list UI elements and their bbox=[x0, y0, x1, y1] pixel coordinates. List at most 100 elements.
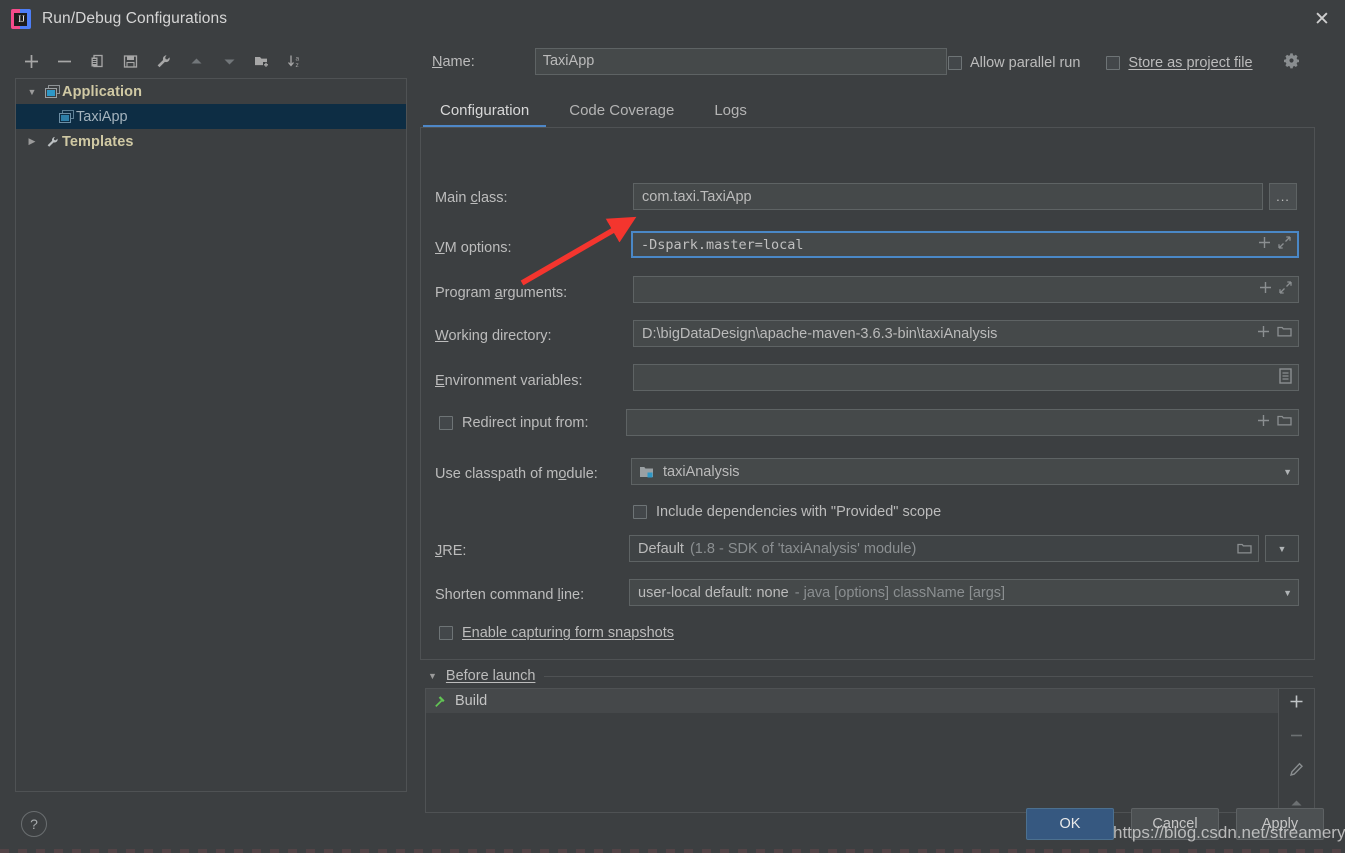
include-provided-label: Include dependencies with "Provided" sco… bbox=[656, 504, 942, 520]
plus-icon[interactable] bbox=[1257, 325, 1270, 342]
form-snapshots-checkbox[interactable]: Enable capturing form snapshots bbox=[439, 625, 674, 641]
checkbox-box[interactable] bbox=[1106, 56, 1121, 70]
tab-code-coverage[interactable]: Code Coverage bbox=[549, 96, 694, 128]
plus-icon[interactable] bbox=[1257, 414, 1270, 431]
remove-configuration-button[interactable] bbox=[48, 47, 81, 77]
tree-item-label: TaxiApp bbox=[76, 108, 128, 125]
chevron-down-icon: ▼ bbox=[1277, 543, 1287, 554]
before-launch-title: Before launch bbox=[445, 668, 536, 684]
edit-task-button[interactable] bbox=[1279, 761, 1314, 779]
working-directory-input[interactable]: D:\bigDataDesign\apache-maven-3.6.3-bin\… bbox=[633, 320, 1299, 347]
redirect-input-checkbox[interactable]: Redirect input from: bbox=[439, 415, 589, 431]
chevron-down-icon[interactable]: ▼ bbox=[1283, 580, 1292, 605]
classpath-module-label: Use classpath of module: bbox=[435, 466, 598, 482]
tree-item-templates[interactable]: ▶ Templates bbox=[16, 129, 406, 154]
jre-value: Default bbox=[638, 540, 684, 557]
title-bar: IJ Run/Debug Configurations ✕ bbox=[0, 0, 1345, 38]
edit-templates-wrench-icon[interactable] bbox=[147, 47, 180, 77]
program-arguments-input[interactable] bbox=[633, 276, 1299, 303]
working-directory-label: Working directory: bbox=[435, 328, 552, 344]
name-input[interactable]: TaxiApp bbox=[534, 48, 947, 75]
vm-options-input[interactable]: -Dspark.master=local bbox=[631, 231, 1299, 258]
help-button[interactable]: ? bbox=[21, 811, 47, 837]
tab-logs[interactable]: Logs bbox=[694, 96, 767, 128]
configuration-options: Allow parallel run Store as project file bbox=[948, 52, 1300, 74]
main-class-label: Main class: bbox=[435, 190, 508, 206]
main-class-browse-button[interactable]: ... bbox=[1269, 183, 1297, 210]
build-hammer-icon bbox=[433, 694, 447, 708]
classpath-module-combo[interactable]: taxiAnalysis ▼ bbox=[631, 458, 1299, 485]
vm-options-label: VM options: bbox=[435, 240, 512, 256]
allow-parallel-run-label: Allow parallel run bbox=[970, 55, 1081, 71]
before-launch-header[interactable]: ▼ Before launch bbox=[428, 668, 1313, 684]
list-item-label: Build bbox=[455, 693, 488, 709]
chevron-down-icon[interactable]: ▼ bbox=[1283, 459, 1292, 484]
jre-combo[interactable]: Default (1.8 - SDK of 'taxiAnalysis' mod… bbox=[629, 535, 1259, 562]
shorten-command-line-combo[interactable]: user-local default: none - java [options… bbox=[629, 579, 1299, 606]
tree-item-application[interactable]: ▼ Application bbox=[16, 79, 406, 104]
bottom-strip bbox=[0, 849, 1345, 853]
shorten-command-line-value: user-local default: none bbox=[638, 584, 789, 601]
divider bbox=[544, 675, 1313, 677]
configuration-form: Main class: com.taxi.TaxiApp ... VM opti… bbox=[420, 128, 1315, 660]
configurations-tree[interactable]: ▼ Application TaxiApp ▶ Templates bbox=[15, 78, 407, 792]
copy-configuration-button[interactable] bbox=[81, 47, 114, 77]
add-configuration-button[interactable] bbox=[15, 47, 48, 77]
main-class-input[interactable]: com.taxi.TaxiApp bbox=[633, 183, 1263, 210]
expand-icon[interactable] bbox=[1279, 281, 1292, 298]
sort-alphabetically-button[interactable]: a z bbox=[279, 47, 312, 77]
list-item[interactable]: Build bbox=[426, 689, 1278, 713]
shorten-command-line-label: Shorten command line: bbox=[435, 587, 585, 603]
application-icon bbox=[56, 109, 76, 124]
checkbox-box[interactable] bbox=[948, 56, 962, 70]
chevron-right-icon[interactable]: ▶ bbox=[22, 136, 42, 147]
include-provided-checkbox[interactable]: Include dependencies with "Provided" sco… bbox=[633, 504, 941, 520]
name-row: Name: TaxiApp bbox=[432, 48, 947, 75]
store-as-project-file-checkbox[interactable]: Store as project file bbox=[1106, 55, 1253, 71]
plus-icon[interactable] bbox=[1259, 281, 1272, 298]
move-down-button[interactable] bbox=[213, 47, 246, 77]
tree-item-taxiapp[interactable]: TaxiApp bbox=[16, 104, 406, 129]
intellij-idea-icon: IJ bbox=[11, 9, 31, 29]
svg-text:z: z bbox=[296, 62, 299, 69]
name-label: Name: bbox=[432, 53, 475, 70]
env-list-icon[interactable] bbox=[1279, 367, 1292, 388]
plus-icon[interactable] bbox=[1258, 236, 1271, 253]
folder-icon[interactable] bbox=[1277, 325, 1292, 342]
jre-browse-icon[interactable] bbox=[1237, 536, 1252, 561]
jre-hint: (1.8 - SDK of 'taxiAnalysis' module) bbox=[689, 540, 917, 557]
chevron-down-icon[interactable]: ▼ bbox=[428, 671, 437, 681]
redirect-input-field[interactable] bbox=[626, 409, 1299, 436]
checkbox-box[interactable] bbox=[439, 626, 453, 640]
before-launch-actions bbox=[1278, 689, 1314, 812]
chevron-down-icon[interactable]: ▼ bbox=[22, 87, 42, 97]
page-title: Run/Debug Configurations bbox=[42, 10, 228, 27]
checkbox-box[interactable] bbox=[633, 505, 647, 519]
save-configuration-button[interactable] bbox=[114, 47, 147, 77]
allow-parallel-run-checkbox[interactable]: Allow parallel run bbox=[948, 55, 1080, 71]
gear-dropdown-icon[interactable] bbox=[1283, 52, 1300, 74]
vm-options-actions bbox=[1258, 233, 1291, 256]
run-debug-configurations-dialog: IJ Run/Debug Configurations ✕ a z ▼ Appl… bbox=[0, 0, 1345, 853]
expand-icon[interactable] bbox=[1278, 236, 1291, 253]
tab-configuration[interactable]: Configuration bbox=[420, 96, 549, 128]
before-launch-task-list[interactable]: Build bbox=[426, 689, 1278, 812]
environment-variables-input[interactable] bbox=[633, 364, 1299, 391]
environment-variables-actions bbox=[1279, 365, 1292, 390]
remove-task-button[interactable] bbox=[1279, 727, 1314, 745]
working-directory-value: D:\bigDataDesign\apache-maven-3.6.3-bin\… bbox=[642, 325, 998, 342]
folder-icon[interactable] bbox=[1277, 414, 1292, 431]
checkbox-box[interactable] bbox=[439, 416, 453, 430]
configurations-toolbar: a z bbox=[15, 45, 410, 78]
configuration-editor-panel: Name: TaxiApp Allow parallel run Store a… bbox=[420, 40, 1330, 813]
before-launch-panel: Build bbox=[425, 688, 1315, 813]
move-up-button[interactable] bbox=[180, 47, 213, 77]
new-folder-button[interactable] bbox=[246, 47, 279, 77]
editor-tabs: Configuration Code Coverage Logs bbox=[420, 95, 1315, 128]
jre-dropdown-button[interactable]: ▼ bbox=[1265, 535, 1299, 562]
environment-variables-label: Environment variables: bbox=[435, 373, 583, 389]
add-task-button[interactable] bbox=[1279, 693, 1314, 711]
tree-item-label: Application bbox=[62, 83, 143, 100]
close-icon[interactable]: ✕ bbox=[1299, 0, 1345, 38]
ok-button[interactable]: OK bbox=[1026, 808, 1114, 840]
